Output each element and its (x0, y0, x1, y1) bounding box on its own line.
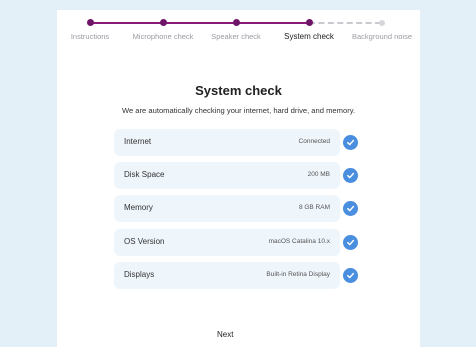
step-dot-system (306, 19, 313, 26)
check-icon (343, 135, 358, 150)
check-row-internet: Internet Connected (114, 129, 364, 156)
check-icon (343, 201, 358, 216)
check-row-disk-space: Disk Space 200 MB (114, 162, 364, 189)
stepper-track-completed (90, 22, 309, 24)
check-label: Displays (124, 270, 155, 279)
check-label: Disk Space (124, 170, 165, 179)
step-label-microphone: Microphone check (132, 32, 194, 41)
step-dot-background-noise (379, 20, 385, 26)
step-label-system: System check (284, 32, 334, 41)
check-value: macOS Catalina 10.x (268, 238, 330, 245)
check-label: OS Version (124, 237, 165, 246)
check-row-displays: Displays Built-in Retina Display (114, 262, 364, 289)
check-value: Connected (298, 138, 330, 145)
stepper-track-remaining (309, 22, 381, 24)
check-row-os-version: OS Version macOS Catalina 10.x (114, 229, 364, 256)
check-value: Built-in Retina Display (266, 271, 330, 278)
page-title: System check (195, 83, 282, 98)
check-value: 200 MB (307, 171, 330, 178)
step-dot-instructions (87, 19, 94, 26)
check-icon (343, 268, 358, 283)
check-label: Memory (124, 203, 153, 212)
progress-stepper: Instructions Microphone check Speaker ch… (57, 10, 420, 54)
check-value: 8 GB RAM (298, 204, 330, 211)
step-label-speaker: Speaker check (211, 32, 261, 41)
step-dot-speaker (233, 19, 240, 26)
step-dot-microphone (160, 19, 167, 26)
check-icon (343, 168, 358, 183)
system-check-card: Instructions Microphone check Speaker ch… (57, 10, 420, 347)
check-icon (343, 235, 358, 250)
step-label-background-noise: Background noise (351, 32, 413, 41)
next-button[interactable]: Next (217, 330, 233, 339)
check-label: Internet (124, 137, 152, 146)
page-subtitle: We are automatically checking your inter… (121, 106, 356, 115)
step-label-instructions: Instructions (70, 32, 110, 41)
check-row-memory: Memory 8 GB RAM (114, 195, 364, 222)
